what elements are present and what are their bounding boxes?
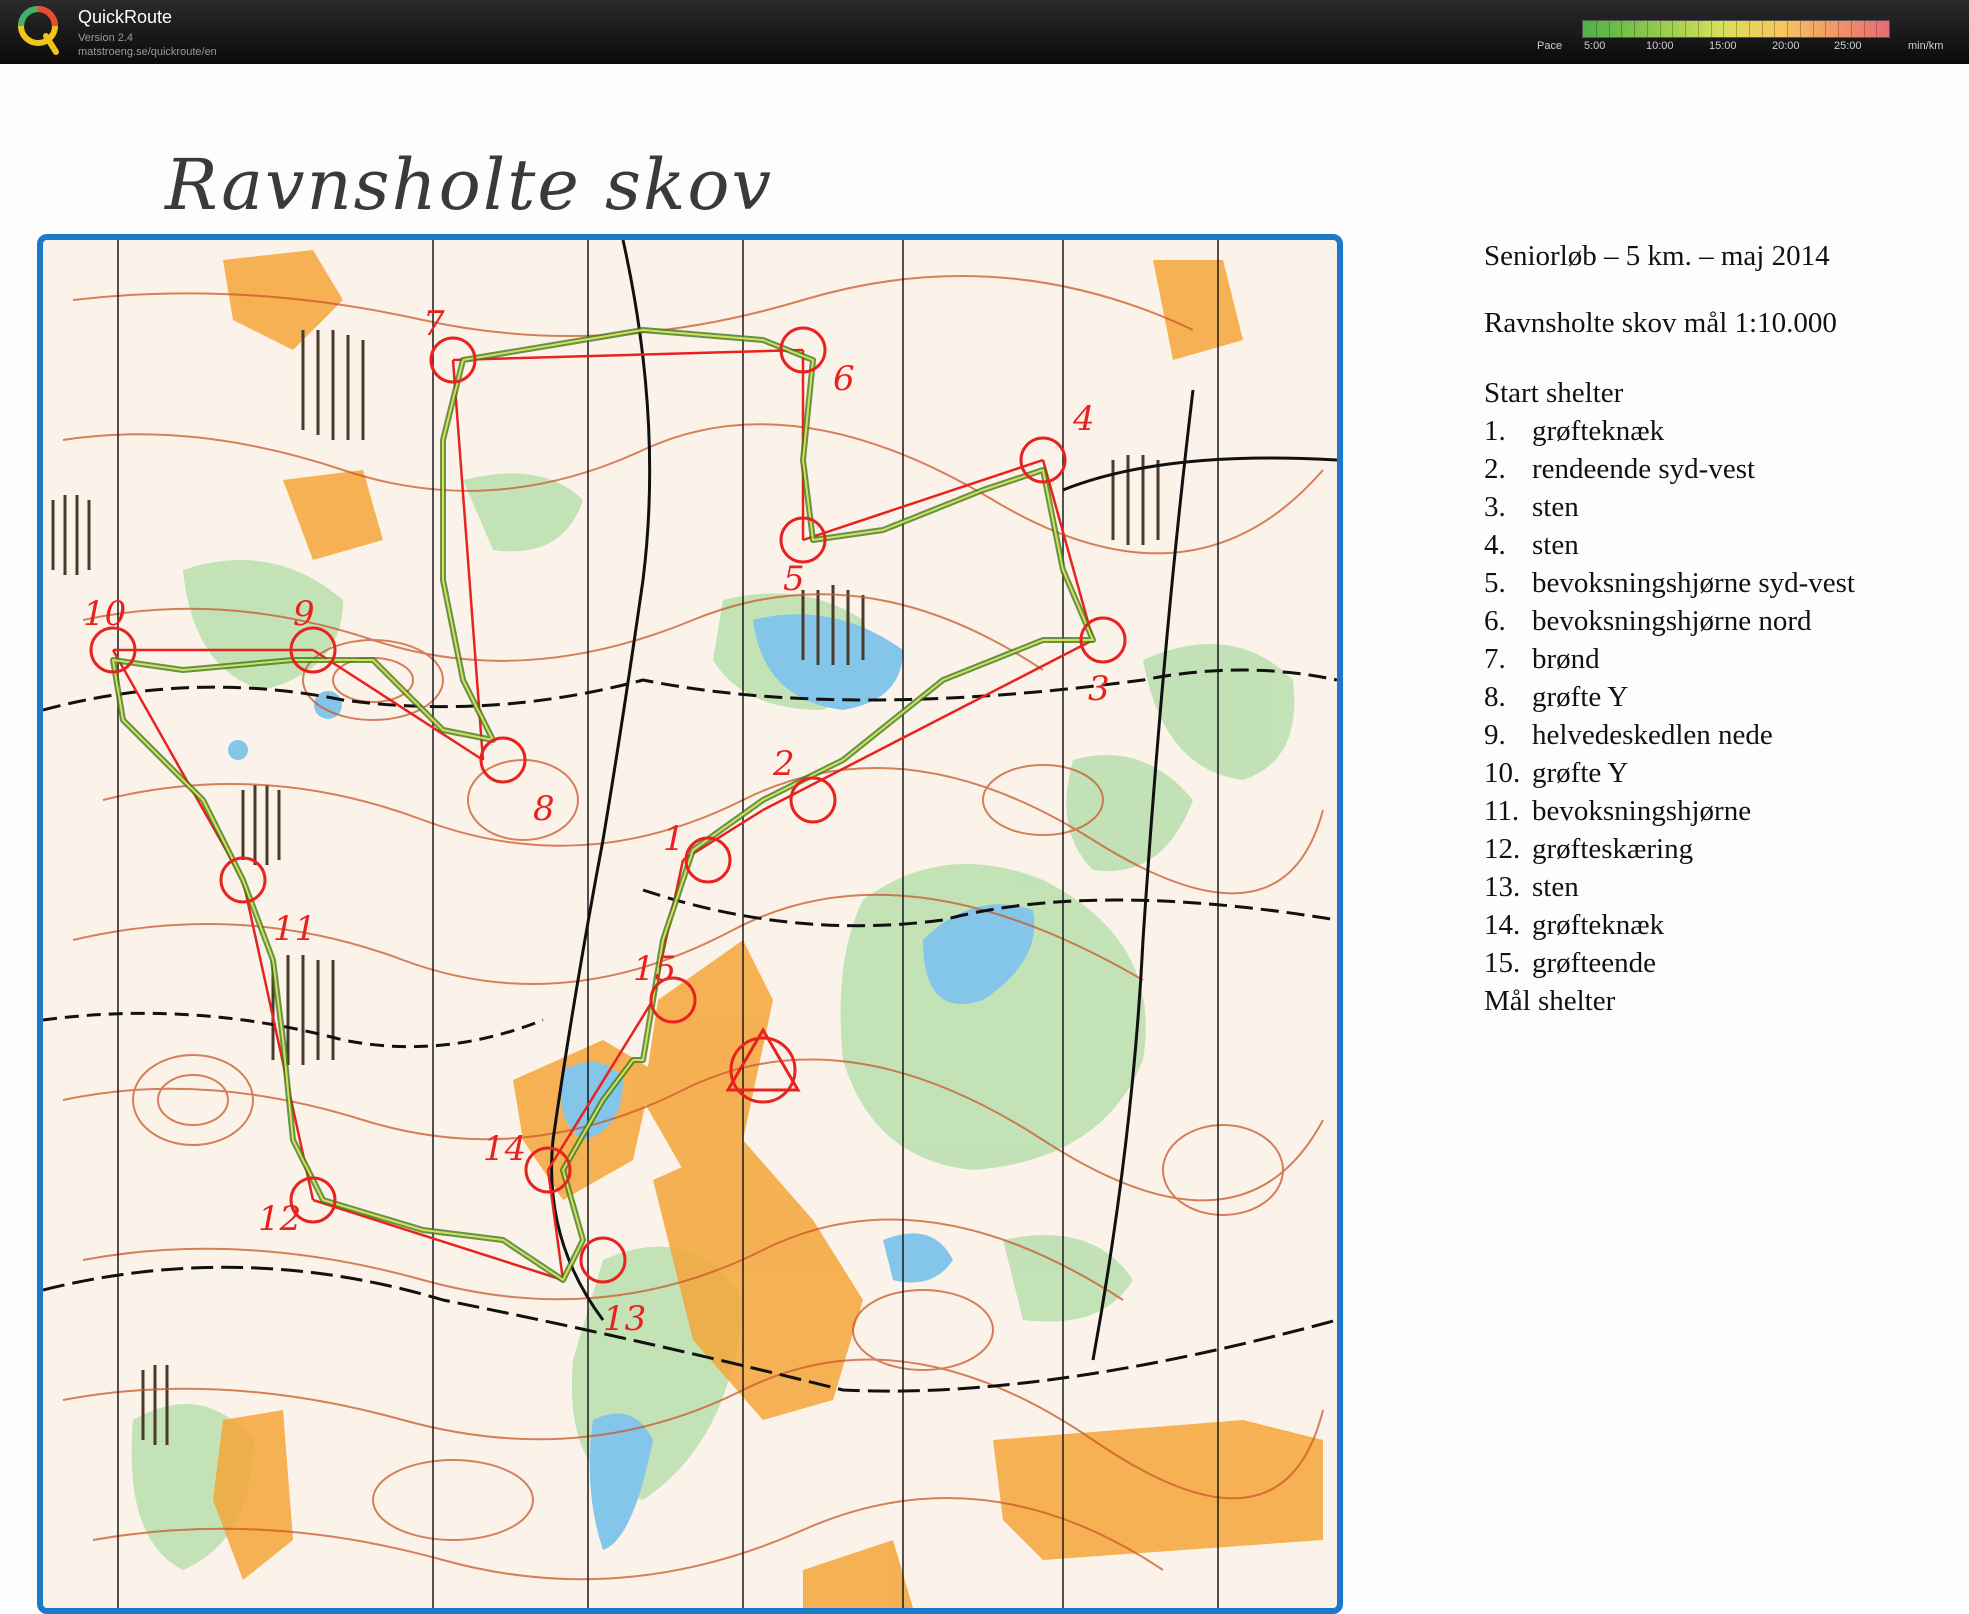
control-description: 3. sten (1484, 491, 1579, 523)
pace-tick-label: 15:00 (1709, 40, 1737, 52)
control-description: 2. rendeende syd-vest (1484, 453, 1756, 485)
control-number: 4 (1072, 399, 1095, 439)
pace-scale-tick (1608, 21, 1610, 37)
pace-scale-tick (1825, 21, 1827, 37)
pace-scale-tick (1723, 21, 1725, 37)
pace-scale-tick (1748, 21, 1750, 37)
handwritten-map-title: Ravnsholte skov (165, 144, 774, 226)
orienteering-map[interactable]: 7 6 4 5 10 9 3 8 2 1 11 15 14 12 13 (37, 234, 1343, 1614)
pace-scale-tick (1672, 21, 1674, 37)
open-land-areas (213, 250, 1323, 1608)
app-name: QuickRoute (78, 7, 173, 27)
app-toolbar: QuickRoute Version 2.4 matstroeng.se/qui… (0, 0, 1969, 64)
control-description: 1. grøfteknæk (1484, 415, 1665, 447)
control-description: 4. sten (1484, 529, 1579, 561)
control-number: 5 (783, 559, 805, 599)
control-number: 11 (273, 909, 316, 949)
pace-scale-tick (1621, 21, 1623, 37)
control-description: 7. brønd (1484, 643, 1600, 675)
control-description-list: 1. grøfteknæk 2. rendeende syd-vest 3. sten… (1484, 412, 1954, 982)
scanned-map-sheet[interactable]: Ravnsholte skov 7 6 4 5 10 9 3 8 2 1 11 … (0, 64, 1969, 1614)
control-number: 12 (258, 1199, 301, 1239)
pace-unit-label: min/km (1908, 40, 1944, 52)
pace-scale-tick (1710, 21, 1712, 37)
control-description: 9. helvedeskedlen nede (1484, 719, 1773, 751)
pace-scale-tick (1876, 21, 1878, 37)
pace-scale-tick (1863, 21, 1865, 37)
control-number: 2 (772, 744, 795, 784)
pace-scale-tick (1634, 21, 1635, 37)
control-description: 15. grøfteende (1484, 947, 1656, 979)
pace-legend-label: Pace (1537, 40, 1563, 52)
app-url-link[interactable]: matstroeng.se/quickroute/en (78, 46, 217, 58)
course-title: Seniorløb – 5 km. – maj 2014 (1484, 240, 1830, 272)
control-number: 10 (83, 594, 126, 634)
control-number: 6 (833, 359, 855, 399)
pace-scale-tick (1761, 21, 1763, 37)
control-description: 6. bevoksningshjørne nord (1484, 605, 1812, 637)
control-number: 14 (483, 1129, 526, 1169)
control-description: 10. grøfte Y (1484, 757, 1629, 789)
control-description: 5. bevoksningshjørne syd-vest (1484, 567, 1855, 599)
pace-scale-tick (1850, 21, 1852, 37)
pace-scale-tick (1774, 21, 1776, 37)
control-number: 3 (1088, 669, 1110, 709)
control-description: 11. bevoksningshjørne (1484, 795, 1752, 827)
pace-scale-tick (1685, 21, 1686, 37)
pace-scale-tick (1646, 21, 1648, 37)
pace-scale-tick (1838, 21, 1839, 37)
pace-scale-tick (1595, 21, 1597, 37)
map-canvas[interactable]: 7 6 4 5 10 9 3 8 2 1 11 15 14 12 13 (43, 240, 1337, 1608)
course-description-panel: Seniorløb – 5 km. – maj 2014 Ravnsholte … (1484, 240, 1954, 1020)
course-start: Start shelter (1484, 377, 1624, 409)
control-number: 15 (633, 949, 676, 989)
pace-scale-tick (1659, 21, 1661, 37)
pace-tick-label: 10:00 (1646, 40, 1674, 52)
pace-scale-tick (1787, 21, 1788, 37)
map-scale-text: Ravnsholte skov mål 1:10.000 (1484, 307, 1837, 339)
control-number: 1 (663, 819, 685, 859)
control-number: 9 (293, 594, 315, 634)
pace-tick-label: 5:00 (1584, 40, 1606, 52)
app-version: Version 2.4 (78, 32, 134, 44)
control-description: 12. grøfteskæring (1484, 833, 1694, 865)
pace-scale-tick (1697, 21, 1699, 37)
control-description: 8. grøfte Y (1484, 681, 1629, 713)
pace-scale-tick (1799, 21, 1801, 37)
quickroute-logo-icon (18, 6, 59, 55)
control-description: 14. grøfteknæk (1484, 909, 1665, 941)
control-number: 13 (603, 1299, 646, 1339)
pace-scale-tick (1812, 21, 1814, 37)
pace-color-scale (1582, 20, 1890, 38)
course-finish: Mål shelter (1484, 985, 1616, 1017)
pace-tick-label: 20:00 (1772, 40, 1800, 52)
pace-scale-tick (1736, 21, 1737, 37)
pace-tick-label: 25:00 (1834, 40, 1862, 52)
control-number: 8 (533, 789, 555, 829)
control-numbers: 7 6 4 5 10 9 3 8 2 1 11 15 14 12 13 (83, 304, 1110, 1339)
control-number: 7 (423, 304, 445, 344)
control-description: 13. sten (1484, 871, 1579, 903)
